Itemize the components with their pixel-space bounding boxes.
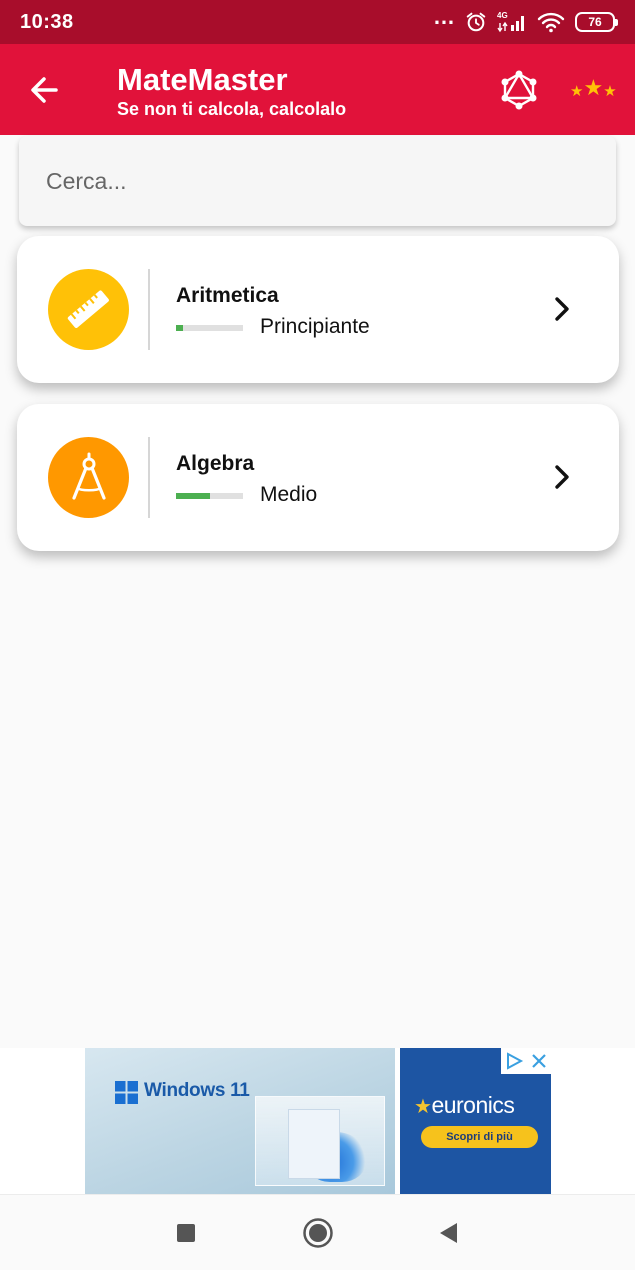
more-notifications-icon: … (433, 4, 455, 29)
square-icon (177, 1224, 195, 1242)
recents-button[interactable] (168, 1215, 204, 1251)
arrow-back-icon (31, 77, 58, 103)
ad-left-brand: Windows 11 (144, 1080, 250, 1101)
ruler-icon (67, 290, 109, 328)
alarm-icon (466, 12, 486, 32)
star-icon: ★ (603, 83, 617, 100)
battery-indicator: 76 (575, 12, 618, 32)
system-nav-bar (0, 1194, 635, 1270)
search-box[interactable] (19, 136, 616, 226)
ad-cta-button[interactable]: Scopri di più (421, 1126, 538, 1148)
star-icon: ★ (414, 1096, 432, 1118)
app-subtitle: Se non ti calcola, calcolalo (117, 99, 347, 119)
graph-button[interactable] (498, 69, 540, 111)
topic-progress-bar (176, 325, 243, 331)
star-icon: ★ (570, 83, 584, 100)
topic-progress-bar (176, 493, 243, 499)
ad-info-icon[interactable] (504, 1051, 524, 1071)
network-type: 4G (497, 11, 508, 20)
app-title: MateMaster (117, 62, 288, 97)
ad-windows[interactable]: Windows 11 (85, 1048, 395, 1194)
topic-icon (48, 269, 129, 350)
topic-level: Medio (260, 483, 318, 506)
wifi-icon (537, 12, 565, 33)
status-icons: … 4G 76 (433, 6, 618, 33)
triangle-back-icon (440, 1223, 457, 1243)
nav-back-button[interactable] (430, 1215, 466, 1251)
ad-right-brand: ★euronics (414, 1092, 515, 1119)
ad-banner[interactable]: Windows 11 ★euronics Scopri di più (0, 1048, 635, 1194)
back-button[interactable] (26, 72, 64, 108)
windows-logo-icon (115, 1081, 138, 1104)
compass-icon (71, 452, 106, 500)
search-input[interactable] (46, 167, 586, 195)
progress-fill (176, 325, 183, 331)
ad-device-image (255, 1096, 385, 1186)
ad-euronics[interactable]: ★euronics Scopri di più (400, 1048, 551, 1194)
circle-icon (303, 1218, 333, 1248)
ad-choices[interactable] (501, 1048, 551, 1074)
app-bar: MateMaster Se non ti calcola, calcolalo … (0, 44, 635, 135)
progress-fill (176, 493, 210, 499)
topic-icon (48, 437, 129, 518)
card-divider (148, 437, 150, 518)
chevron-right-icon (549, 294, 575, 324)
euronics-text: euronics (431, 1092, 515, 1118)
topic-level: Principiante (260, 315, 370, 338)
graph-network-icon (501, 70, 537, 110)
topic-card-algebra[interactable]: Algebra Medio (17, 404, 619, 551)
status-time: 10:38 (20, 10, 74, 33)
star-icon: ★ (583, 75, 604, 100)
home-button[interactable] (300, 1215, 336, 1251)
topic-card-aritmetica[interactable]: Aritmetica Principiante (17, 236, 619, 383)
topic-title: Algebra (176, 452, 255, 475)
close-icon[interactable] (530, 1052, 548, 1070)
topic-title: Aritmetica (176, 284, 279, 307)
stars-button[interactable]: ★ ★ ★ (570, 75, 617, 100)
card-divider (148, 269, 150, 350)
status-bar: 10:38 … 4G 76 (0, 0, 635, 44)
signal-icon: 4G (497, 11, 527, 33)
chevron-right-icon (549, 462, 575, 492)
